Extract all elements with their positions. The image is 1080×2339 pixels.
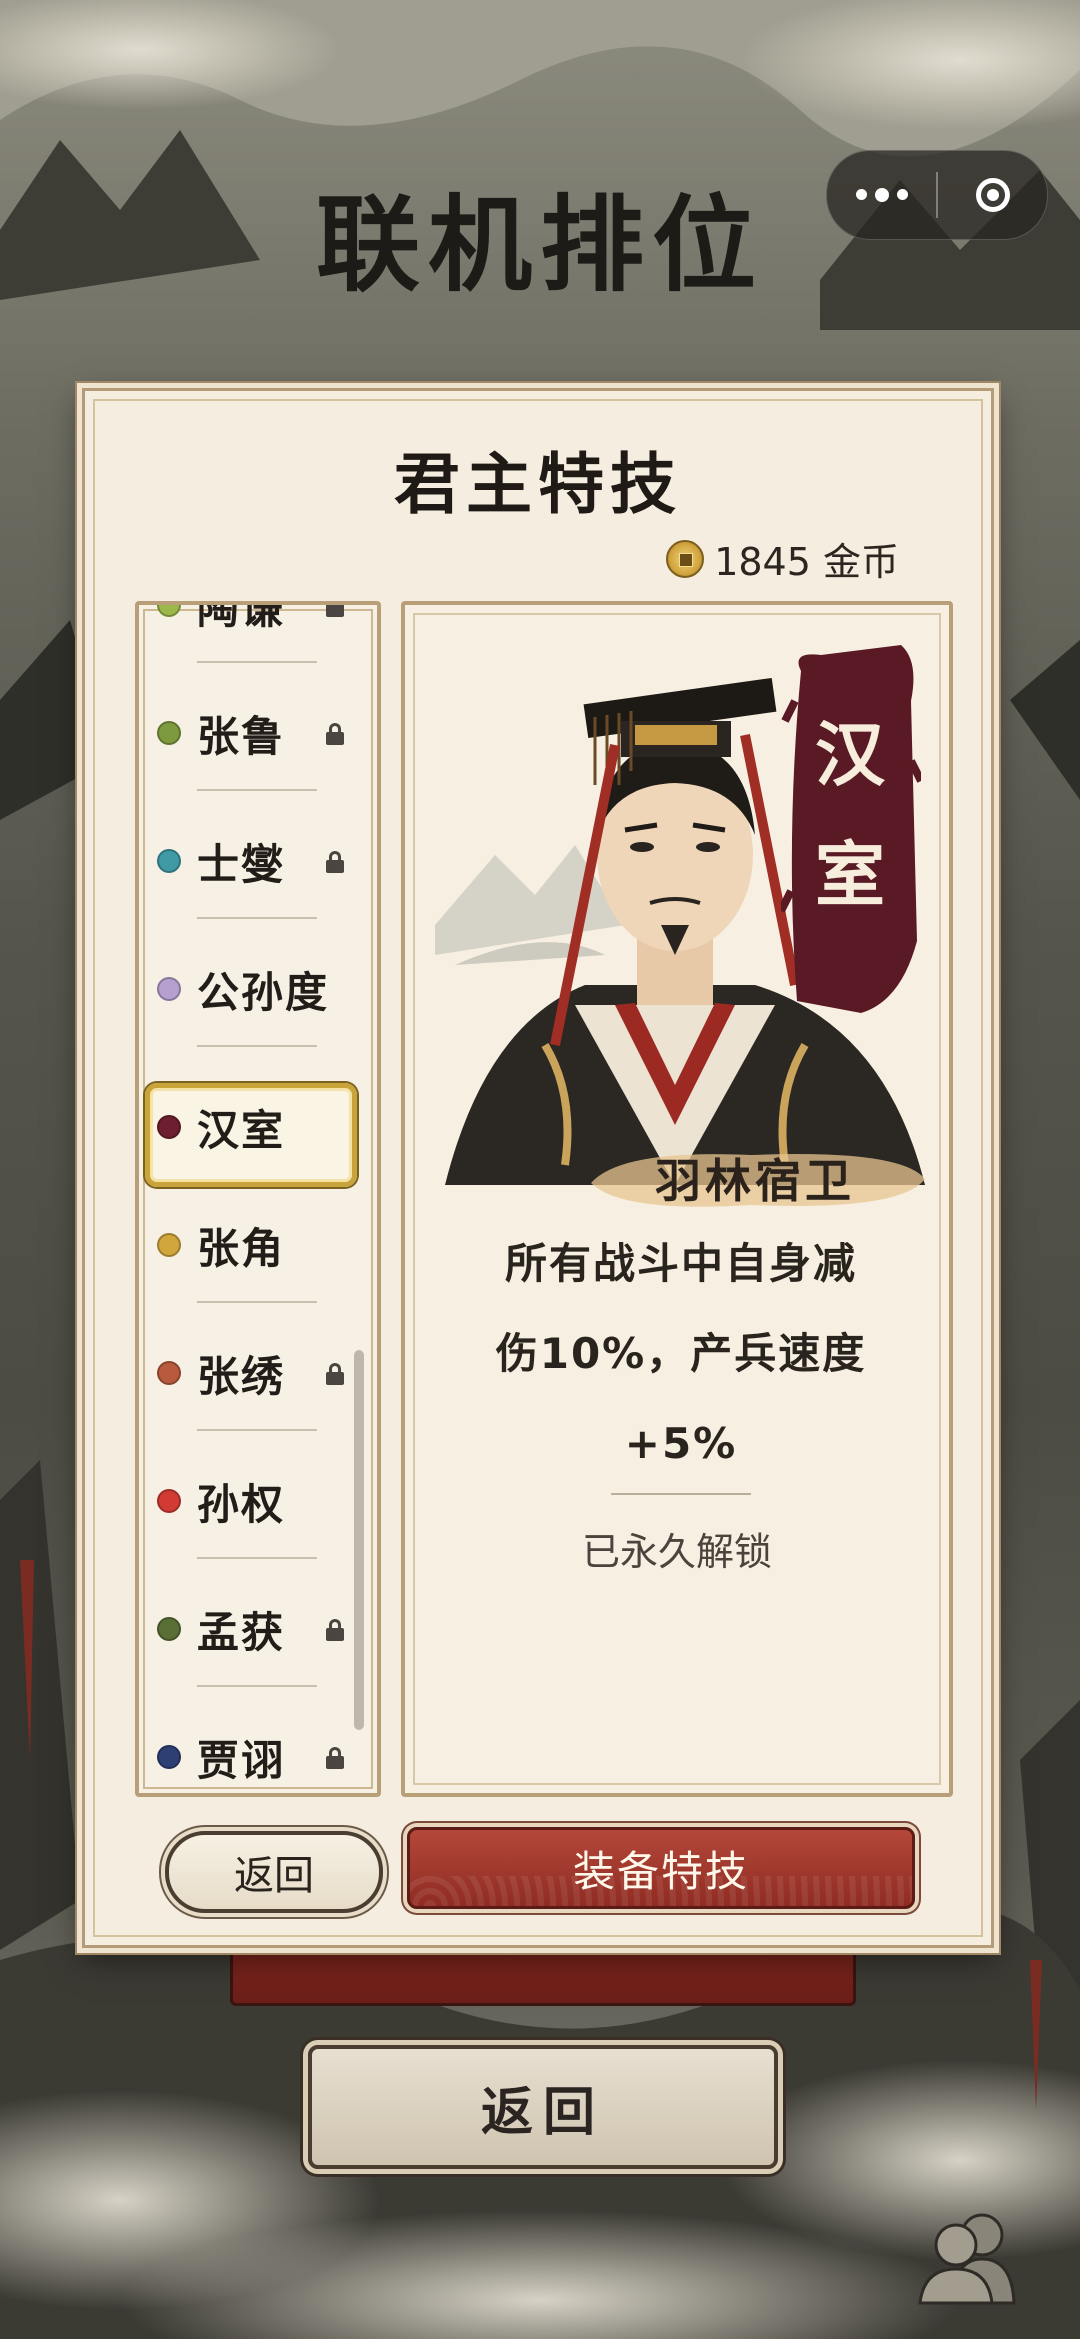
skill-detail-panel: 汉室 羽林宿卫 所有战斗中自身减 伤10%，产兵速度 +5% 已永久解锁 (401, 601, 953, 1797)
more-button[interactable] (827, 151, 936, 239)
lord-item[interactable]: 公孙度 (139, 921, 377, 1049)
faction-dot (157, 1745, 181, 1769)
skill-desc-line: +5% (624, 1419, 738, 1468)
lock-icon (325, 723, 345, 745)
lord-name: 公孙度 (197, 968, 330, 1017)
lord-item[interactable]: 孙权 (139, 1433, 377, 1561)
lord-item[interactable]: 张鲁 (139, 665, 377, 793)
faction-dot (157, 721, 181, 745)
lord-item[interactable]: 士燮 (139, 793, 377, 921)
list-scrollbar[interactable] (354, 1350, 364, 1730)
friends-icon[interactable] (914, 2205, 1024, 2305)
lord-name: 汉室 (197, 1106, 286, 1155)
lock-icon (325, 1747, 345, 1769)
faction-dot (157, 849, 181, 873)
coin-amount: 1845 金币 (714, 540, 899, 584)
lord-item[interactable]: 陶谦 (139, 601, 377, 665)
lock-icon (325, 851, 345, 873)
lord-name: 张鲁 (197, 712, 286, 761)
skill-name: 羽林宿卫 (655, 1154, 855, 1208)
faction-dot (157, 605, 181, 617)
target-close-icon (975, 178, 1010, 212)
modal-title: 君主特技 (394, 445, 682, 523)
lord-item[interactable]: 贾诩 (139, 1689, 377, 1793)
faction-dot (157, 1617, 181, 1641)
lord-skill-modal: 君主特技 1845 金币 陶谦 张鲁 士燮 公孙度 汉室 张角 张绣 孙权 孟获… (82, 388, 994, 1948)
divider (611, 1493, 751, 1495)
faction-dot (157, 1361, 181, 1385)
more-dots-icon (855, 187, 908, 202)
unlock-status: 已永久解锁 (581, 1530, 772, 1574)
lord-item[interactable]: 张角 (139, 1177, 377, 1305)
skill-desc-line: 伤10%，产兵速度 (495, 1329, 867, 1378)
banner-label: 汉室 (815, 713, 885, 916)
close-button[interactable] (938, 151, 1047, 239)
lord-item-selected[interactable]: 汉室 (139, 1049, 377, 1187)
lord-name: 士燮 (197, 840, 286, 889)
lord-name: 张角 (197, 1224, 286, 1273)
faction-dot (157, 977, 181, 1001)
lord-list[interactable]: 陶谦 张鲁 士燮 公孙度 汉室 张角 张绣 孙权 孟获 贾诩 (135, 601, 381, 1797)
lord-name: 孟获 (197, 1608, 286, 1657)
lock-icon (325, 605, 345, 617)
coin-icon (666, 539, 705, 578)
coin-balance: 1845 金币 (666, 531, 899, 586)
faction-dot (157, 1115, 181, 1139)
lord-name: 贾诩 (197, 1736, 286, 1785)
skill-description: 所有战斗中自身减 伤10%，产兵速度 +5% (445, 1219, 917, 1489)
page-back-button[interactable]: 返回 (308, 2045, 778, 2169)
equip-skill-button[interactable]: 装备特技 (407, 1827, 915, 1909)
lock-icon (325, 1363, 345, 1385)
modal-back-button[interactable]: 返回 (165, 1831, 383, 1913)
lock-icon (325, 1619, 345, 1641)
skill-desc-line: 所有战斗中自身减 (504, 1239, 857, 1288)
miniprogram-capsule (826, 150, 1048, 240)
lord-item[interactable]: 孟获 (139, 1561, 377, 1689)
lord-item[interactable]: 张绣 (139, 1305, 377, 1433)
lord-name: 张绣 (197, 1352, 286, 1401)
lord-name: 孙权 (197, 1480, 286, 1529)
faction-dot (157, 1233, 181, 1257)
faction-dot (157, 1489, 181, 1513)
lord-name: 陶谦 (197, 601, 286, 633)
